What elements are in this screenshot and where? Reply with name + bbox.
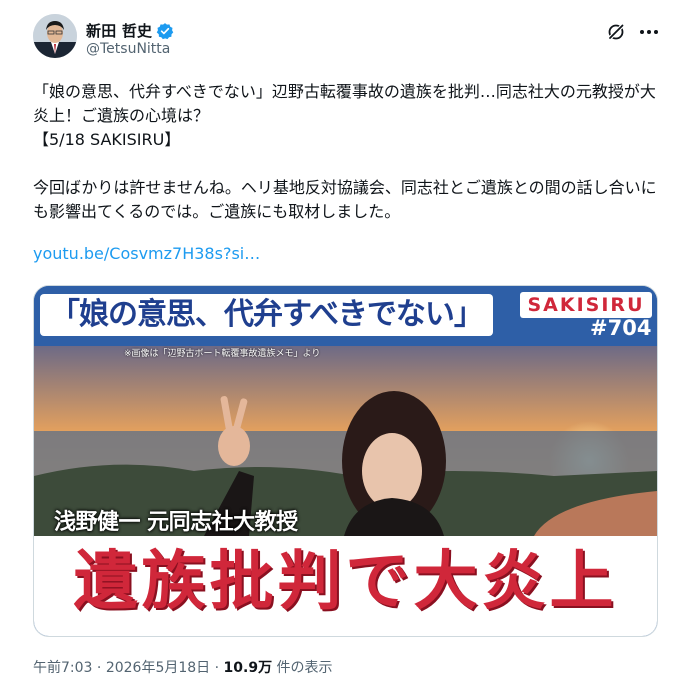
post-date[interactable]: 2026年5月18日 xyxy=(106,660,210,676)
tweet-link[interactable]: youtu.be/Cosvmz7H38s?si… xyxy=(33,244,260,263)
image-credit: ※画像は「辺野古ボート転覆事故遺族メモ」より xyxy=(124,349,321,359)
meta-separator: · xyxy=(96,660,102,676)
verified-badge-icon xyxy=(156,22,174,40)
tweet-text: 「娘の意思、代弁すべきでない」辺野古転覆事故の遺族を批判…同志社大の元教授が大炎… xyxy=(33,82,657,221)
view-label: 件の表示 xyxy=(276,660,333,676)
episode-number: #704 xyxy=(590,316,652,340)
post-time[interactable]: 午前7:03 xyxy=(33,660,92,676)
view-count: 10.9万 xyxy=(223,660,273,676)
media-headline: 遺族批判で大炎上 xyxy=(73,545,618,619)
more-options-icon[interactable] xyxy=(638,22,660,42)
banner-quote: 「娘の意思、代弁すべきでない」 xyxy=(40,294,493,336)
avatar[interactable] xyxy=(33,14,77,58)
display-name[interactable]: 新田 哲史 xyxy=(86,20,152,41)
tweet-meta: 午前7:03 · 2026年5月18日 · 10.9万 件の表示 xyxy=(33,657,333,677)
author-name-row: 新田 哲史 xyxy=(86,20,174,41)
media-thumbnail[interactable]: 「娘の意思、代弁すべきでない」 SAKISIRU #704 ※画像は「辺野古ボー… xyxy=(33,285,658,637)
grok-icon[interactable] xyxy=(606,22,626,42)
avatar-image xyxy=(33,14,77,58)
meta-separator-2: · xyxy=(214,660,220,676)
author-handle[interactable]: @TetsuNitta xyxy=(86,41,170,57)
brand-logo: SAKISIRU xyxy=(520,292,652,318)
